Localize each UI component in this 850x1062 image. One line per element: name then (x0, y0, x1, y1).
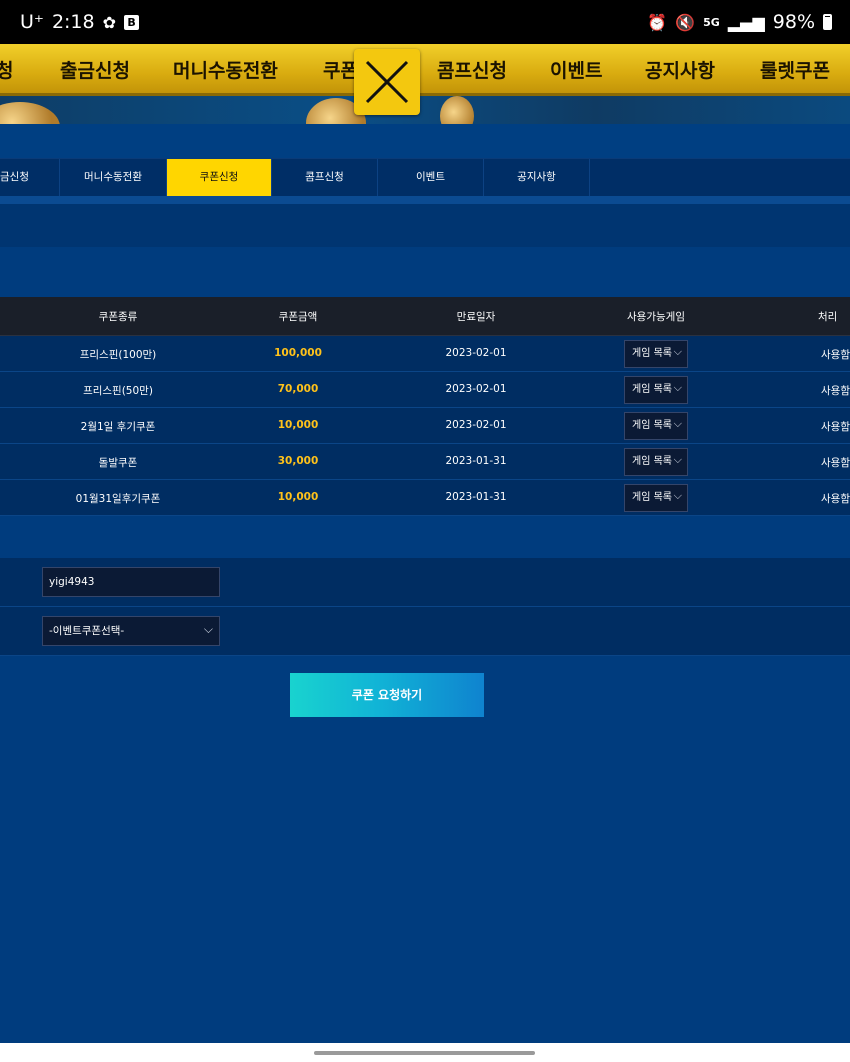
top-menu-item[interactable]: 콤프신청 (437, 56, 507, 83)
top-menu-item[interactable]: 청 (0, 56, 13, 83)
coupon-select-row: -이벤트쿠폰선택- (0, 607, 850, 656)
coupon-type: 01월31일후기쿠폰 (75, 493, 161, 505)
column-header: 처리 (818, 311, 838, 323)
coupon-status[interactable]: 사용함 (821, 347, 850, 362)
tab-event[interactable]: 이벤트 (378, 159, 484, 196)
game-list-dropdown[interactable]: 게임 목록 (624, 483, 688, 512)
battery-icon (823, 14, 832, 30)
username-row: yigi4943 (0, 558, 850, 607)
section-band (0, 204, 850, 247)
game-list-dropdown[interactable]: 게임 목록 (624, 339, 688, 368)
status-bar: U⁺ 2:18 ✿ B ⏰ 🔇 5G ▂▄▆ 98% (0, 0, 850, 44)
coupon-table-header: 쿠폰종류 쿠폰금액 만료일자 사용가능게임 처리 (0, 297, 850, 336)
table-row: 프리스핀(100만) 100,000 2023-02-01 게임 목록 사용함 (0, 336, 850, 372)
coupon-expiry: 2023-01-31 (445, 455, 507, 467)
game-list-dropdown[interactable]: 게임 목록 (624, 447, 688, 476)
tab-notice[interactable]: 공지사항 (484, 159, 590, 196)
top-menu-item[interactable]: 출금신청 (60, 56, 130, 83)
table-row: 01월31일후기쿠폰 10,000 2023-01-31 게임 목록 사용함 (0, 480, 850, 516)
column-header: 사용가능게임 (627, 311, 685, 323)
top-menu-item[interactable]: 공지사항 (645, 56, 715, 83)
home-indicator[interactable] (314, 1051, 535, 1055)
battery-percent: 98% (772, 11, 815, 33)
top-menu: 청 출금신청 머니수동전환 쿠폰 콤프신청 이벤트 공지사항 룰렛쿠폰 (0, 44, 850, 96)
column-header: 쿠폰금액 (278, 311, 318, 323)
signal-icon: ▂▄▆ (727, 12, 765, 32)
coupon-expiry: 2023-02-01 (445, 383, 507, 395)
coupon-amount: 10,000 (277, 419, 319, 431)
header-band (0, 124, 850, 158)
mute-icon: 🔇 (675, 12, 696, 32)
coupon-type: 돌발쿠폰 (98, 457, 138, 469)
coupon-status[interactable]: 사용함 (821, 383, 850, 398)
tab-coupon[interactable]: 쿠폰신청 (167, 159, 272, 196)
tab-comp[interactable]: 콤프신청 (272, 159, 378, 196)
column-header: 쿠폰종류 (98, 311, 138, 323)
tab-deposit[interactable]: 금신청 (0, 159, 60, 196)
coin-graphic (0, 102, 60, 124)
table-row: 2월1일 후기쿠폰 10,000 2023-02-01 게임 목록 사용함 (0, 408, 850, 444)
top-menu-item[interactable]: 쿠폰 (323, 56, 358, 83)
banner-image (0, 96, 850, 124)
clock-time: 2:18 (51, 11, 95, 33)
event-coupon-select[interactable]: -이벤트쿠폰선택- (42, 615, 220, 646)
top-menu-item[interactable]: 머니수동전환 (173, 56, 278, 83)
top-menu-item[interactable]: 룰렛쿠폰 (760, 56, 830, 83)
close-icon (365, 60, 409, 104)
coupon-expiry: 2023-01-31 (445, 491, 507, 503)
column-header: 만료일자 (456, 311, 496, 323)
coupon-status[interactable]: 사용함 (821, 491, 850, 506)
username-field[interactable]: yigi4943 (42, 567, 220, 597)
carrier-label: U⁺ (20, 11, 44, 33)
game-list-dropdown[interactable]: 게임 목록 (624, 375, 688, 404)
coupon-amount: 10,000 (277, 491, 319, 503)
coupon-amount: 70,000 (277, 383, 319, 395)
network-label: 5G (703, 15, 720, 29)
coupon-expiry: 2023-02-01 (445, 347, 507, 359)
top-menu-item[interactable]: 이벤트 (550, 56, 602, 83)
divider (0, 196, 850, 204)
coupon-type: 프리스핀(50만) (83, 385, 153, 397)
close-button[interactable] (354, 49, 420, 115)
flower-icon: ✿ (102, 12, 117, 32)
coupon-type: 2월1일 후기쿠폰 (80, 421, 156, 433)
alarm-icon: ⏰ (647, 12, 668, 32)
coupon-amount: 30,000 (277, 455, 319, 467)
coupon-status[interactable]: 사용함 (821, 419, 850, 434)
coupon-amount: 100,000 (274, 347, 322, 359)
coupon-status[interactable]: 사용함 (821, 455, 850, 470)
app-b-icon: B (124, 14, 140, 30)
tab-money-transfer[interactable]: 머니수동전환 (60, 159, 167, 196)
game-list-dropdown[interactable]: 게임 목록 (624, 411, 688, 440)
request-coupon-button[interactable]: 쿠폰 요청하기 (290, 673, 484, 717)
sub-tab-bar: 금신청 머니수동전환 쿠폰신청 콤프신청 이벤트 공지사항 (0, 158, 850, 197)
table-row: 프리스핀(50만) 70,000 2023-02-01 게임 목록 사용함 (0, 372, 850, 408)
coupon-type: 프리스핀(100만) (79, 349, 157, 361)
coin-graphic (440, 96, 474, 124)
coupon-expiry: 2023-02-01 (445, 419, 507, 431)
table-row: 돌발쿠폰 30,000 2023-01-31 게임 목록 사용함 (0, 444, 850, 480)
